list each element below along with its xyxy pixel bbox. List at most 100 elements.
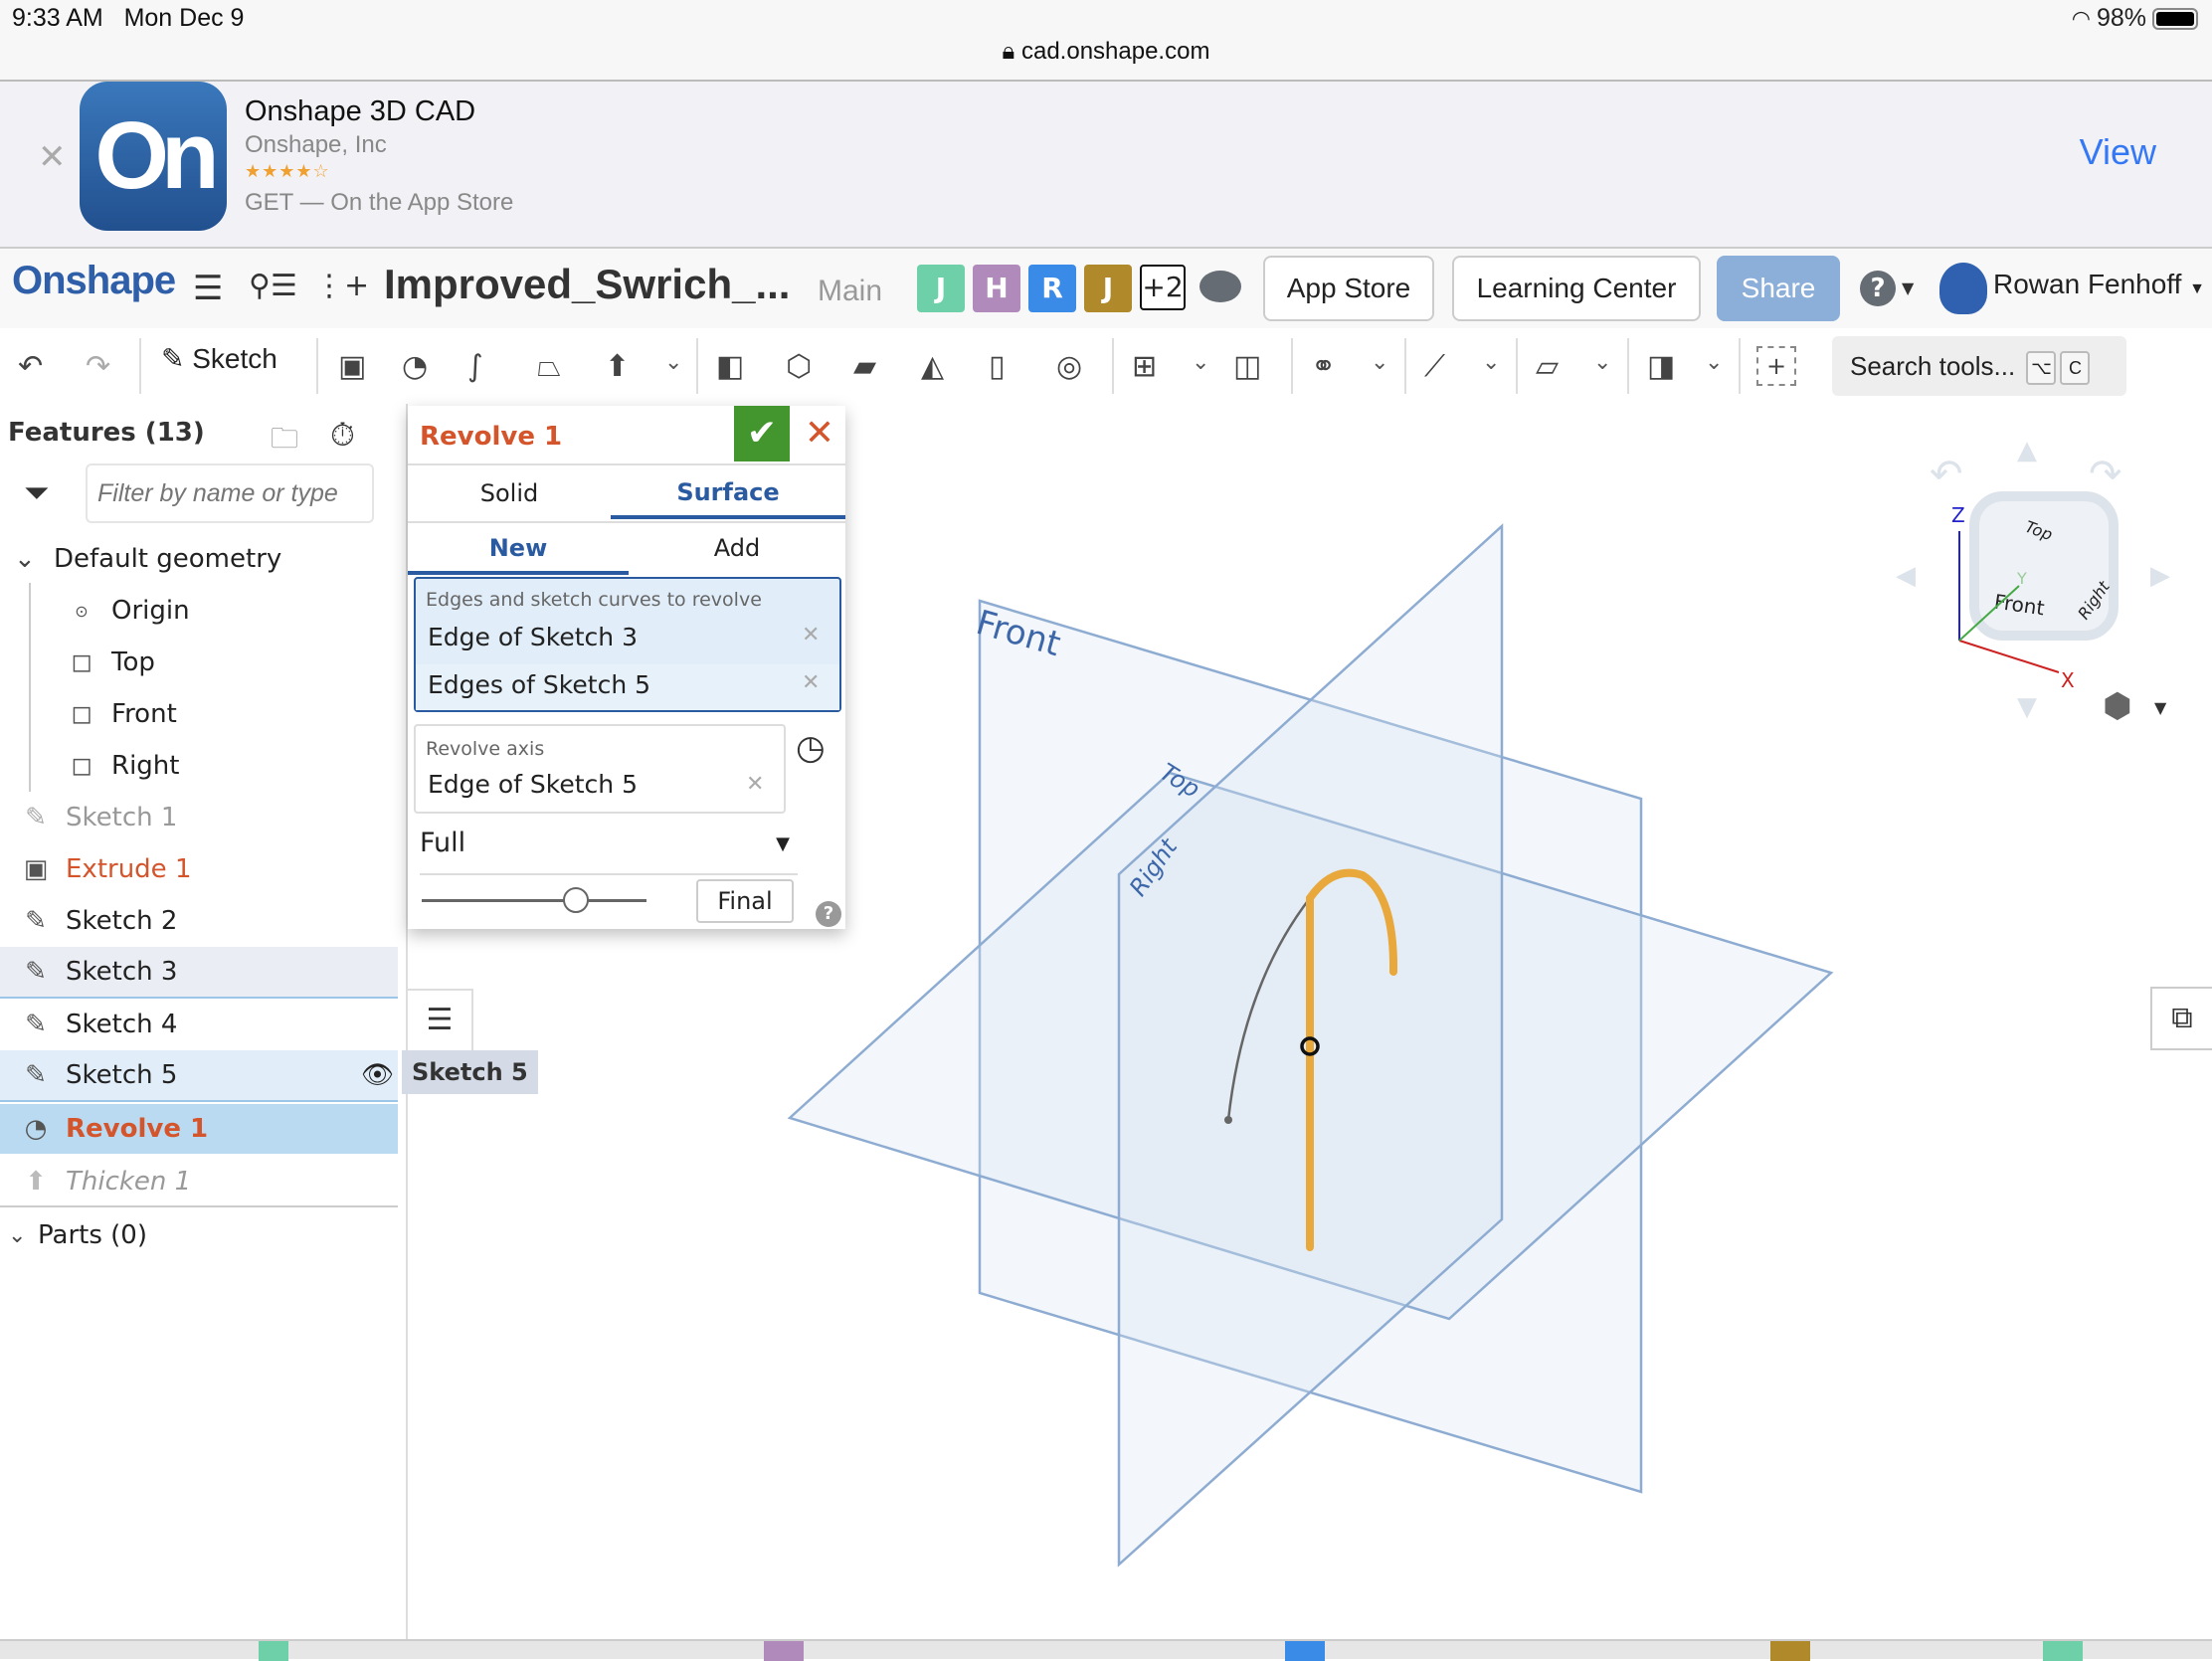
remove-selection-icon[interactable]: ✕ [746, 772, 764, 797]
feature-item-thicken-1[interactable]: ⬆ Thicken 1 [16, 1156, 414, 1207]
user-avatar[interactable] [1939, 263, 1987, 314]
rib-icon[interactable]: ◭ [921, 344, 944, 388]
branch-label[interactable]: Main [818, 275, 882, 308]
user-menu[interactable]: Rowan Fenhoff ▼ [1993, 269, 2205, 300]
sketch-point[interactable] [1224, 1116, 1232, 1124]
rollback-slider-handle[interactable] [563, 887, 589, 913]
parts-group[interactable]: ⌄ Parts (0) [8, 1209, 406, 1261]
tab-add[interactable]: Add [629, 523, 845, 575]
tree-item-origin[interactable]: ⊙ Origin [62, 585, 460, 637]
selection-item[interactable]: Edge of Sketch 3 [428, 623, 638, 651]
undo-icon[interactable]: ↶ [18, 344, 43, 388]
hole-icon[interactable]: ◎ [1056, 344, 1082, 388]
tree-item-top[interactable]: ◻ Top [62, 637, 460, 688]
tab-new[interactable]: New [408, 523, 629, 575]
fillet-icon[interactable]: ◧ [716, 344, 744, 388]
chamfer-icon[interactable]: ⬡ [786, 344, 812, 388]
help-icon[interactable]: ? [816, 901, 841, 927]
split-icon[interactable]: ⟋ [1424, 344, 1445, 388]
sweep-icon[interactable]: ∫ [467, 344, 483, 388]
document-title[interactable]: Improved_Swrich_... [384, 261, 790, 308]
plane-icon[interactable]: ▱ [1536, 344, 1559, 388]
draft-icon[interactable]: ▰ [853, 344, 876, 388]
final-button[interactable]: Final [696, 879, 794, 923]
toolbar-divider [1516, 338, 1518, 394]
divider [0, 1205, 398, 1207]
share-button[interactable]: Share [1717, 256, 1840, 321]
angle-icon[interactable]: ◷ [796, 728, 826, 768]
field-label: Edges and sketch curves to revolve [426, 589, 762, 611]
view-cube[interactable]: ▲ ▼ ◀ ▶ ↶ ↷ Top Front Right Z X Y [1890, 422, 2188, 722]
chevron-down-icon[interactable]: ⌄ [664, 350, 682, 375]
tree-item-front[interactable]: ◻ Front [62, 688, 460, 740]
redo-icon[interactable]: ↷ [86, 344, 110, 388]
cancel-button[interactable]: ✕ [798, 410, 841, 458]
chevron-down-icon[interactable]: ⌄ [1593, 350, 1611, 375]
help-icon[interactable]: ? [1860, 271, 1896, 306]
axis-value[interactable]: Edge of Sketch 5 [428, 770, 638, 799]
add-custom-feature-icon[interactable]: + [1756, 346, 1796, 386]
filter-input[interactable] [86, 463, 374, 523]
filter-icon[interactable]: ⏷ [24, 473, 50, 512]
tree-item-right[interactable]: ◻ Right [62, 740, 460, 792]
remove-selection-icon[interactable]: ✕ [802, 623, 820, 647]
rollback-slider[interactable] [422, 899, 646, 902]
revolve-axis-field[interactable]: Revolve axis Edge of Sketch 5 ✕ [414, 724, 786, 814]
feature-item-revolve-1[interactable]: ◔ Revolve 1 [0, 1104, 398, 1154]
revolve-icon[interactable]: ◔ [402, 344, 428, 388]
feature-list-toggle-icon[interactable]: ☰ [408, 989, 473, 1052]
more-collaborators[interactable]: +2 [1140, 265, 1186, 310]
sheet-metal-icon[interactable]: ◨ [1647, 344, 1675, 388]
feature-item-sketch-4[interactable]: ✎ Sketch 4 [16, 999, 414, 1050]
chevron-down-icon[interactable]: ⌄ [1482, 350, 1500, 375]
chevron-down-icon[interactable]: ⌄ [14, 544, 54, 574]
feature-item-sketch-3[interactable]: ✎ Sketch 3 [0, 947, 398, 999]
feature-item-sketch-5[interactable]: ✎ Sketch 5 👁︎ [0, 1050, 398, 1102]
remove-selection-icon[interactable]: ✕ [802, 670, 820, 695]
revolve-type-select[interactable]: Full ▼ [420, 828, 798, 875]
collaborator-avatar[interactable]: J [917, 265, 965, 312]
chevron-down-icon[interactable]: ⌄ [1705, 350, 1723, 375]
onshape-logo[interactable]: Onshape [12, 259, 176, 303]
insert-icon[interactable]: ⋮+ [314, 269, 369, 303]
search-tools-input[interactable]: Search tools... ⌥ C [1832, 336, 2126, 396]
url-bar[interactable]: 🔒︎ cad.onshape.com [0, 38, 2212, 66]
view-mode-cube-icon[interactable]: ⬢ [2103, 686, 2132, 726]
accept-button[interactable]: ✔ [734, 406, 790, 461]
shell-icon[interactable]: ▯ [989, 344, 1006, 388]
collaborator-avatar[interactable]: R [1028, 265, 1076, 312]
view-app-button[interactable]: View [2080, 131, 2156, 173]
configurations-panel-icon[interactable]: ⧉ [2150, 987, 2212, 1050]
edges-selection-field[interactable]: Edges and sketch curves to revolve Edge … [414, 577, 841, 712]
boolean-icon[interactable]: ⚭ [1311, 344, 1336, 388]
feature-item-extrude-1[interactable]: ▣ Extrude 1 [16, 843, 414, 895]
loft-icon[interactable]: ⏢ [537, 344, 561, 388]
tab-surface[interactable]: Surface [611, 467, 845, 519]
app-store-button[interactable]: App Store [1263, 256, 1434, 321]
feature-tree-icon[interactable]: ⚲☰ [249, 269, 297, 303]
default-geometry-group[interactable]: ⌄ Default geometry [14, 533, 412, 585]
comments-icon[interactable] [1199, 271, 1241, 302]
selection-item[interactable]: Edges of Sketch 5 [428, 670, 650, 699]
add-folder-icon[interactable]: 🗀 [271, 418, 298, 465]
chevron-down-icon[interactable]: ⌄ [1192, 350, 1209, 375]
feature-item-sketch-1[interactable]: ✎ Sketch 1 [16, 792, 414, 843]
close-banner-button[interactable]: ✕ [38, 137, 67, 177]
stopwatch-icon[interactable]: ⏱ [330, 416, 355, 455]
collaborator-avatar[interactable]: H [973, 265, 1020, 312]
thicken-icon[interactable]: ⬆ [605, 344, 630, 388]
tab-solid[interactable]: Solid [408, 467, 611, 519]
collaborator-avatar[interactable]: J [1084, 265, 1132, 312]
pattern-icon[interactable]: ⊞ [1132, 344, 1157, 388]
extrude-icon[interactable]: ▣ [338, 344, 366, 388]
chevron-down-icon[interactable]: ⌄ [8, 1223, 38, 1248]
hamburger-menu-icon[interactable]: ☰ [193, 269, 223, 308]
chevron-down-icon[interactable]: ⌄ [1371, 350, 1388, 375]
eye-icon[interactable]: 👁︎ [361, 1060, 394, 1090]
mirror-icon[interactable]: ◫ [1233, 344, 1261, 388]
view-mode-dropdown-icon[interactable]: ▼ [2154, 698, 2166, 717]
learning-center-button[interactable]: Learning Center [1452, 256, 1701, 321]
feature-item-sketch-2[interactable]: ✎ Sketch 2 [16, 895, 414, 947]
sketch-button[interactable]: ✎ Sketch [161, 342, 277, 375]
help-dropdown-icon[interactable]: ▼ [1902, 278, 1914, 297]
